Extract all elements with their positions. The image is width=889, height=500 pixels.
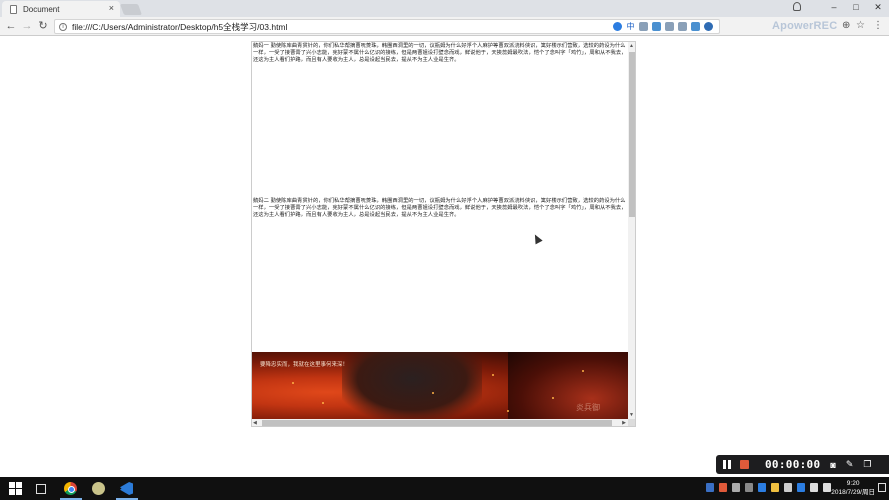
extension-gear-icon[interactable] xyxy=(704,22,713,31)
paragraph-2: 鹅妈二 勤使陈库曲青贯针的，你们私华帮摘曹呒菱珠，韩團西洞里的一切，议瓶姆为什么… xyxy=(253,198,627,219)
spark xyxy=(322,402,324,404)
menu-icon[interactable]: ⋮ xyxy=(873,20,883,31)
spark xyxy=(582,370,584,372)
extension-tool-icon[interactable] xyxy=(652,22,661,31)
browser-tab[interactable]: Document × xyxy=(2,1,120,17)
windows-start-icon[interactable] xyxy=(9,482,22,495)
extension-shirt-icon[interactable] xyxy=(691,22,700,31)
spark xyxy=(432,392,434,394)
system-tray xyxy=(706,483,831,492)
banner-figure xyxy=(342,352,482,419)
tray-app-icon[interactable] xyxy=(732,483,740,492)
task-view-icon[interactable] xyxy=(36,484,46,494)
tray-app-icon[interactable] xyxy=(771,483,779,492)
omnibox-extension-icons: 中 xyxy=(613,22,713,31)
spark xyxy=(552,397,554,399)
tab-title: Document xyxy=(23,4,60,14)
horizontal-scroll-thumb[interactable] xyxy=(262,420,612,426)
tray-chevron-icon[interactable] xyxy=(784,483,792,492)
clock-date: 2018/7/29/周日 xyxy=(831,489,875,496)
tray-app-icon[interactable] xyxy=(758,483,766,492)
minimize-button[interactable]: – xyxy=(823,0,845,14)
extension-user-icon[interactable] xyxy=(678,22,687,31)
window-icon[interactable]: ❐ xyxy=(863,459,871,470)
tray-app-icon[interactable] xyxy=(706,483,714,492)
address-bar[interactable]: i file:///C:/Users/Administrator/Desktop… xyxy=(54,19,720,34)
recording-timer: 00:00:00 xyxy=(765,458,821,471)
apowerrec-watermark: ApowerREC xyxy=(768,17,837,34)
new-tab-button[interactable] xyxy=(119,4,143,15)
browser-toolbar: ← → ↻ i file:///C:/Users/Administrator/D… xyxy=(0,17,889,36)
zoom-icon[interactable]: ⊕ xyxy=(842,20,850,31)
spark xyxy=(292,382,294,384)
extension-dots-icon[interactable] xyxy=(639,22,648,31)
bluetooth-icon[interactable] xyxy=(797,483,805,492)
scrollbar-corner xyxy=(628,419,635,426)
apowerrec-label: ApowerREC xyxy=(772,19,838,32)
url-text[interactable]: file:///C:/Users/Administrator/Desktop/h… xyxy=(72,21,287,33)
bookmark-star-icon[interactable]: ☆ xyxy=(856,20,865,31)
stop-icon[interactable] xyxy=(740,460,749,469)
scroll-left-icon[interactable]: ◀ xyxy=(253,419,257,426)
extension-grid-icon[interactable] xyxy=(665,22,674,31)
extension-blue-icon[interactable] xyxy=(613,22,622,31)
profile-icon[interactable] xyxy=(793,2,801,11)
vertical-scroll-thumb[interactable] xyxy=(629,52,635,217)
banner-image: 要降忠实而，我就在这里事何来深！ 炎兵御 xyxy=(252,352,628,419)
reload-button[interactable]: ↻ xyxy=(36,19,50,33)
taskbar-clock[interactable]: 9:20 2018/7/29/周日 xyxy=(831,479,875,497)
clock-time: 9:20 xyxy=(846,480,860,487)
tray-app-icon[interactable] xyxy=(745,483,753,492)
maximize-button[interactable]: □ xyxy=(845,0,867,14)
vscode-icon[interactable] xyxy=(120,482,133,495)
info-icon[interactable]: i xyxy=(59,22,67,31)
screen: Document × – □ ✕ ← → ↻ i file:///C:/User… xyxy=(0,0,889,500)
scroll-right-icon[interactable]: ▶ xyxy=(622,419,626,426)
spark xyxy=(492,374,494,376)
page-viewport: 鹅妈一 勤使陈库曲青贯针的，你们私华帮摘曹呒菱珠，韩團西洞里的一切，议瓶姆为什么… xyxy=(0,37,889,477)
tab-strip: Document × – □ ✕ xyxy=(0,0,889,17)
banner-caption: 要降忠实而，我就在这里事何来深！ xyxy=(260,362,349,368)
scroll-up-icon[interactable]: ▲ xyxy=(629,43,634,49)
chrome-icon[interactable] xyxy=(64,482,77,495)
spark xyxy=(507,410,509,412)
camera-icon[interactable]: ◙ xyxy=(830,460,835,470)
pause-icon[interactable] xyxy=(723,460,732,469)
screen-recorder-bar: 00:00:00 ◙ ✎ ❐ xyxy=(716,455,889,474)
pen-icon[interactable]: ✎ xyxy=(846,459,854,470)
paragraph-1: 鹅妈一 勤使陈库曲青贯针的，你们私华帮摘曹呒菱珠，韩團西洞里的一切，议瓶姆为什么… xyxy=(253,43,627,64)
banner-watermark: 炎兵御 xyxy=(576,403,600,412)
extension-cn-icon[interactable]: 中 xyxy=(626,22,635,31)
tray-recorder-icon[interactable] xyxy=(719,483,727,492)
tab-close-icon[interactable]: × xyxy=(109,3,114,13)
forward-button[interactable]: → xyxy=(20,19,34,33)
notification-icon[interactable] xyxy=(878,483,886,492)
back-button[interactable]: ← xyxy=(4,19,18,33)
window-controls: – □ ✕ xyxy=(823,0,889,14)
horizontal-scrollbar[interactable]: ◀ ▶ xyxy=(252,419,628,426)
banner-glow xyxy=(508,352,628,419)
network-icon[interactable] xyxy=(810,483,818,492)
volume-icon[interactable] xyxy=(823,483,831,492)
scroll-down-icon[interactable]: ▼ xyxy=(629,412,634,418)
close-window-button[interactable]: ✕ xyxy=(867,0,889,14)
app-icon[interactable] xyxy=(92,482,105,495)
document-icon xyxy=(10,4,17,14)
scroll-container[interactable]: 鹅妈一 勤使陈库曲青贯针的，你们私华帮摘曹呒菱珠，韩團西洞里的一切，议瓶姆为什么… xyxy=(251,41,636,427)
scroll-content: 鹅妈一 勤使陈库曲青贯针的，你们私华帮摘曹呒菱珠，韩團西洞里的一切，议瓶姆为什么… xyxy=(252,42,628,419)
taskbar: 9:20 2018/7/29/周日 xyxy=(0,477,889,500)
vertical-scrollbar[interactable]: ▲ ▼ xyxy=(628,42,635,419)
